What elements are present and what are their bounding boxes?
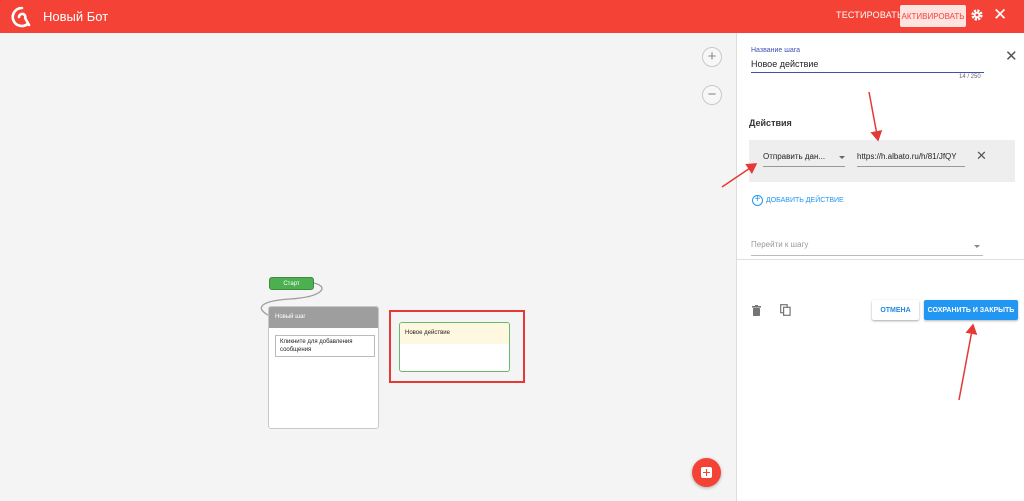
copy-icon[interactable] [780,304,791,316]
step-name-label: Название шага [751,47,801,54]
plus-icon: + [752,195,763,206]
activate-button[interactable]: АКТИВИРОВАТЬ [900,5,966,27]
app-title: Новый Бот [43,9,109,24]
trash-icon[interactable] [752,305,761,316]
zoom-out-button[interactable]: − [702,85,722,105]
chevron-down-icon [839,156,845,159]
add-message-area[interactable]: Кликните для добавления сообщения [275,335,375,357]
add-action-label: ДОБАВИТЬ ДЕЙСТВИЕ [766,197,844,204]
step-title: Новый шаг [269,307,378,328]
top-bar: Новый Бот ТЕСТИРОВАТЬ АКТИВИРОВАТЬ ✕ [0,0,1024,33]
goto-step-select[interactable]: Перейти к шагу [751,240,983,256]
step-node[interactable]: Новый шаг Кликните для добавления сообще… [268,306,379,429]
app-logo-icon[interactable] [10,6,34,28]
cancel-button[interactable]: ОТМЕНА [872,300,919,320]
step-settings-panel: ✕ Название шага 14 / 250 Действия Отправ… [736,33,1024,501]
add-action-button[interactable]: + ДОБАВИТЬ ДЕЙСТВИЕ [752,195,844,206]
chevron-down-icon [974,245,980,248]
goto-step-placeholder: Перейти к шагу [751,240,809,249]
action-type-value: Отправить дан... [763,152,826,161]
action-type-select[interactable]: Отправить дан... [763,152,845,167]
new-action-node-title: Новое действие [400,323,509,344]
step-name-input[interactable] [751,56,984,73]
gear-icon[interactable] [970,8,984,22]
new-action-node[interactable]: Новое действие [399,322,510,372]
divider [737,259,1024,260]
zoom-in-button[interactable]: + [702,47,722,67]
start-node[interactable]: Старт [269,277,314,290]
close-icon[interactable]: ✕ [1005,47,1018,65]
save-and-close-button[interactable]: СОХРАНИТЬ И ЗАКРЫТЬ [924,300,1018,320]
action-url-input[interactable]: https://h.albato.ru/h/81/JfQY [857,152,965,167]
plus-icon [701,467,712,478]
flow-canvas[interactable]: + − Старт Новый шаг Кликните для добавле… [0,33,736,501]
close-icon[interactable]: ✕ [976,148,987,164]
action-row: Отправить дан... https://h.albato.ru/h/8… [749,140,1015,182]
actions-title: Действия [749,118,792,128]
close-icon[interactable]: ✕ [993,6,1007,24]
test-button[interactable]: ТЕСТИРОВАТЬ [836,10,903,20]
char-counter: 14 / 250 [959,74,981,80]
add-step-button[interactable] [692,458,721,487]
